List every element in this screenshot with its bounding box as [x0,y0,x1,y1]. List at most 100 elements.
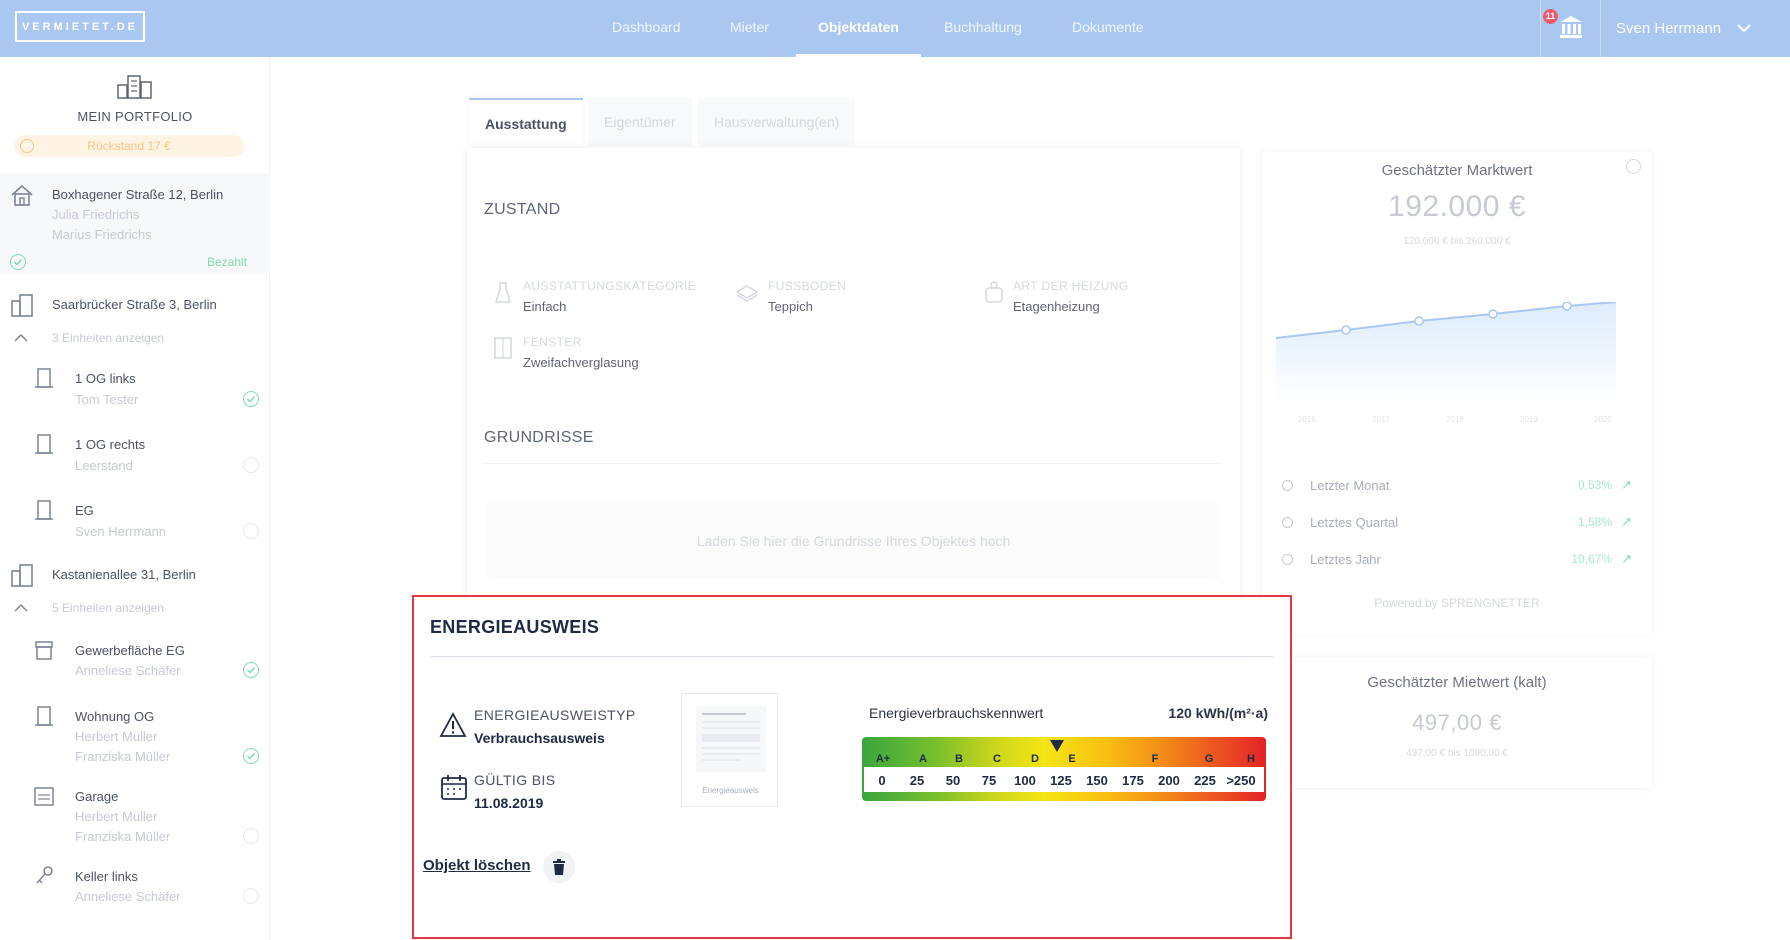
chart-year-label: 2020 [1594,415,1612,424]
tenant-name: Franziska Müller [75,749,171,764]
unit-title[interactable]: 1 OG links [75,371,136,386]
scale-number: 150 [1086,773,1108,788]
chevron-up-icon[interactable] [14,333,28,343]
radio-circle-icon[interactable] [1282,480,1293,491]
unit-title[interactable]: 1 OG rechts [75,437,145,452]
building-icon [11,294,33,317]
unit-title[interactable]: Garage [75,789,118,804]
property-title[interactable]: Kastanienallee 31, Berlin [52,567,196,582]
unit-title[interactable]: Gewerbefläche EG [75,643,185,658]
trend-label: Letztes Quartal [1310,515,1399,530]
toggle-units[interactable]: 3 Einheiten anzeigen [52,331,164,345]
toggle-units[interactable]: 5 Einheiten anzeigen [52,601,164,615]
scale-number: 25 [909,773,925,788]
delete-object-link[interactable]: Objekt löschen [423,857,531,874]
chart-year-label: 2018 [1446,415,1464,424]
status-circle-icon [243,888,259,904]
key-icon [36,866,53,884]
scale-number: 225 [1194,773,1216,788]
marktwert-title: Geschätzter Marktwert [1381,162,1533,179]
nav-tab-dokumente[interactable]: Dokumente [1050,0,1166,57]
trend-row-year: Letztes Jahr 10,67% ↗ [1282,550,1632,570]
scale-number: 175 [1122,773,1144,788]
energieausweis-document-thumbnail[interactable]: Energieausweis [681,693,778,807]
top-navbar: VERMIETET.DE Dashboard Mieter Objektdate… [0,0,1790,57]
buildings-icon [117,75,152,99]
paid-check-icon [243,662,259,678]
scale-marker-icon [1050,740,1064,752]
nav-tab-dashboard[interactable]: Dashboard [590,0,703,57]
subtab-eigentuemer[interactable]: Eigentümer [588,98,692,146]
tenant-name: Tom Tester [75,392,139,407]
tenant-name: Herbert Müller [75,729,158,744]
class-label: F [1151,753,1159,765]
subtab-ausstattung[interactable]: Ausstattung [469,98,583,146]
info-icon[interactable] [1626,159,1641,174]
trend-row-quarter: Letztes Quartal 1,58% ↗ [1282,513,1632,533]
market-value-trend-chart [1276,302,1617,402]
zustand-heading: ZUSTAND [484,201,561,218]
paid-check-icon [10,254,26,270]
nav-tab-buchhaltung[interactable]: Buchhaltung [922,0,1044,57]
delete-object-button[interactable] [543,851,575,883]
mietwert-range: 497,00 € bis 1090,00 € [1406,748,1508,759]
class-label: H [1247,753,1255,765]
notification-badge: 11 [1543,9,1558,24]
property-title[interactable]: Saarbrücker Straße 3, Berlin [52,297,217,312]
building-icon [11,564,33,587]
floor-tile-icon [736,285,758,302]
radio-circle-icon[interactable] [1282,517,1293,528]
chevron-up-icon[interactable] [14,603,28,613]
trend-point [1488,309,1498,319]
user-menu-name[interactable]: Sven Herrmann [1616,0,1721,57]
vermietet-logo[interactable]: VERMIETET.DE [15,11,145,42]
payment-status: Bezahlt [207,255,248,269]
unit-title[interactable]: Wohnung OG [75,709,154,724]
floorplan-upload-zone[interactable]: Laden Sie hier die Grundrisse Ihres Obje… [487,503,1220,579]
arrears-warning[interactable]: Rückstand 17 € [14,135,244,157]
trend-value: 0,53% [1577,478,1612,492]
scale-number: 200 [1158,773,1180,788]
marktwert-card: Geschätzter Marktwert 192.000 € 120.000 … [1262,152,1652,634]
thumbnail-caption: Energieausweis [702,786,759,795]
class-label: B [955,753,963,765]
paid-check-icon [243,748,259,764]
trend-point [1562,302,1572,311]
energieausweis-type-label: ENERGIEAUSWEISTYP [474,707,636,723]
tenant-name: Sven Herrmann [75,524,167,539]
chart-year-label: 2017 [1372,415,1390,424]
mietwert-value: 497,00 € [1412,710,1502,735]
valid-until-value: 11.08.2019 [474,795,544,811]
trend-up-arrow-icon: ↗ [1621,551,1632,566]
feature-label: ART DER HEIZUNG [1013,279,1129,293]
powered-by: Powered by SPRENGNETTER [1374,596,1540,610]
scale-number: 100 [1014,773,1036,788]
subtab-hausverwaltung[interactable]: Hausverwaltung(en) [698,98,856,146]
class-label: D [1031,753,1039,765]
nav-tab-mieter[interactable]: Mieter [708,0,791,57]
energieausweis-type-value: Verbrauchsausweis [474,730,605,746]
unit-title[interactable]: EG [75,503,94,518]
bank-icon[interactable] [1558,14,1584,40]
tenant-name: Marius Friedrichs [52,227,152,242]
ausstattung-panel: ZUSTAND AUSSTATTUNGSKATEGORIE Einfach FU… [467,148,1240,628]
radiator-icon [985,281,1003,303]
nav-divider [1600,0,1601,57]
radio-circle-icon[interactable] [1282,554,1293,565]
nav-divider [1540,0,1541,57]
house-icon [11,184,33,206]
trend-label: Letzter Monat [1310,478,1390,493]
scale-number: 125 [1050,773,1072,788]
arrears-warning-text: Rückstand 17 € [87,139,171,153]
trend-point [1414,316,1424,326]
chevron-down-icon[interactable] [1735,19,1753,37]
chart-year-label: 2019 [1520,415,1538,424]
warning-triangle-icon [439,712,467,737]
portfolio-sidebar: MEIN PORTFOLIO Rückstand 17 € Boxhagener… [0,57,270,940]
feature-value: Einfach [523,299,567,314]
nav-tab-objektdaten[interactable]: Objektdaten [796,0,921,57]
trend-up-arrow-icon: ↗ [1621,514,1632,529]
trash-icon [553,859,565,875]
property-boxhagener[interactable]: Boxhagener Straße 12, Berlin Julia Fried… [0,173,270,273]
unit-title[interactable]: Keller links [75,869,138,884]
